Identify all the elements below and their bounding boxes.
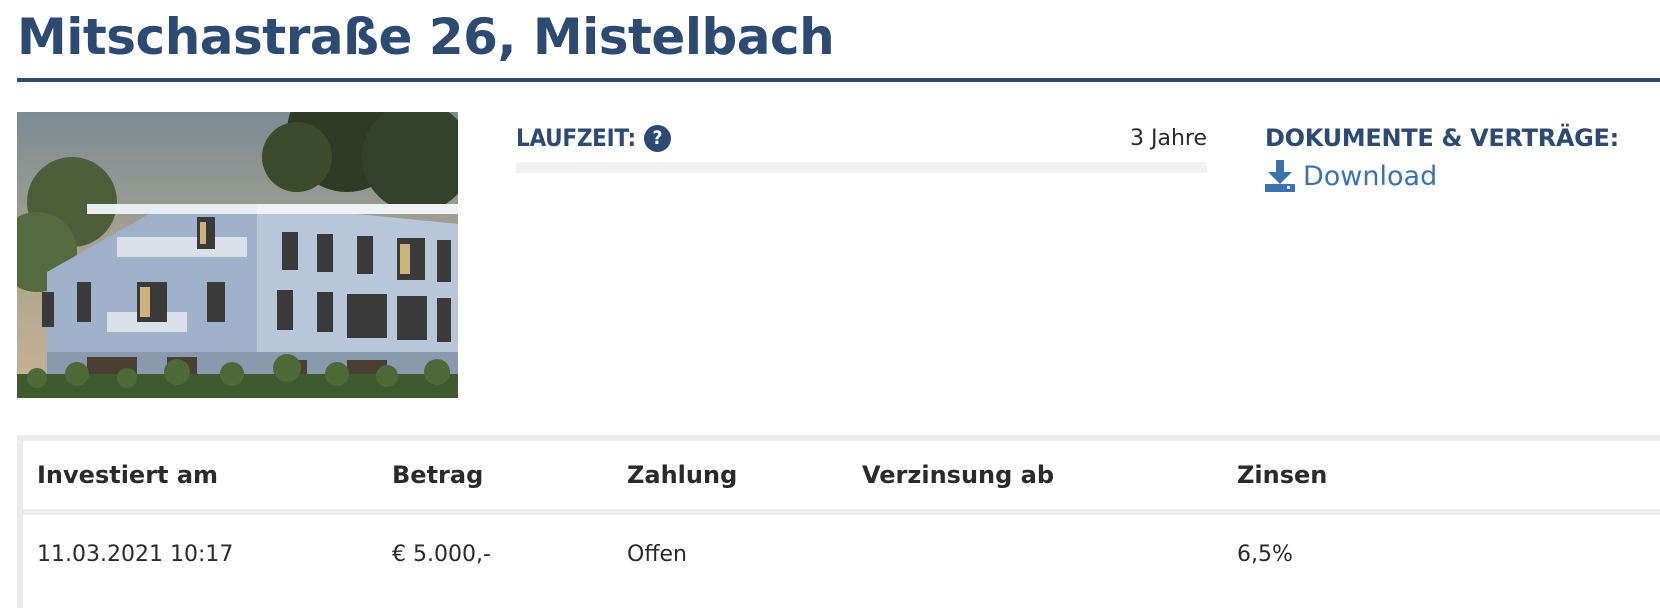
laufzeit-value: 3 Jahre xyxy=(1130,125,1207,151)
column-header-zinsen: Zinsen xyxy=(1223,441,1660,515)
cell-investiert-am: 11.03.2021 10:17 xyxy=(37,541,234,567)
laufzeit-section: LAUFZEIT: ? 3 Jahre xyxy=(516,120,1207,173)
table-row: 11.03.2021 10:17 € 5.000,- Offen 6,5% xyxy=(23,512,1660,593)
download-link[interactable]: Download xyxy=(1265,160,1437,192)
title-divider xyxy=(17,78,1660,82)
cell-zahlung: Offen xyxy=(627,541,687,567)
cell-betrag: € 5.000,- xyxy=(392,541,491,567)
column-header-investiert-am: Investiert am xyxy=(23,441,378,515)
documents-section: DOKUMENTE & VERTRÄGE: Download xyxy=(1265,120,1660,196)
investment-detail-page: Mitschastraße 26, Mistelbach LAUFZEIT: ?… xyxy=(0,0,1660,608)
page-title: Mitschastraße 26, Mistelbach xyxy=(17,8,835,66)
column-header-zahlung: Zahlung xyxy=(613,441,848,515)
project-image xyxy=(17,112,458,398)
documents-label: DOKUMENTE & VERTRÄGE: xyxy=(1265,124,1619,152)
cell-verzinsung-ab xyxy=(848,512,1223,593)
investments-table: Investiert am Betrag Zahlung Verzinsung … xyxy=(23,441,1660,593)
laufzeit-progress-bar xyxy=(516,162,1207,173)
download-icon xyxy=(1265,160,1295,192)
question-circle-icon[interactable]: ? xyxy=(643,124,671,152)
laufzeit-label-wrap: LAUFZEIT: ? xyxy=(516,124,671,152)
table-header-row: Investiert am Betrag Zahlung Verzinsung … xyxy=(23,441,1660,515)
download-label: Download xyxy=(1303,160,1438,192)
investments-table-container: Investiert am Betrag Zahlung Verzinsung … xyxy=(17,435,1660,608)
cell-zinsen: 6,5% xyxy=(1237,541,1293,567)
column-header-verzinsung-ab: Verzinsung ab xyxy=(848,441,1223,515)
laufzeit-label: LAUFZEIT: xyxy=(516,124,636,152)
laufzeit-row: LAUFZEIT: ? 3 Jahre xyxy=(516,120,1207,156)
column-header-betrag: Betrag xyxy=(378,441,613,515)
